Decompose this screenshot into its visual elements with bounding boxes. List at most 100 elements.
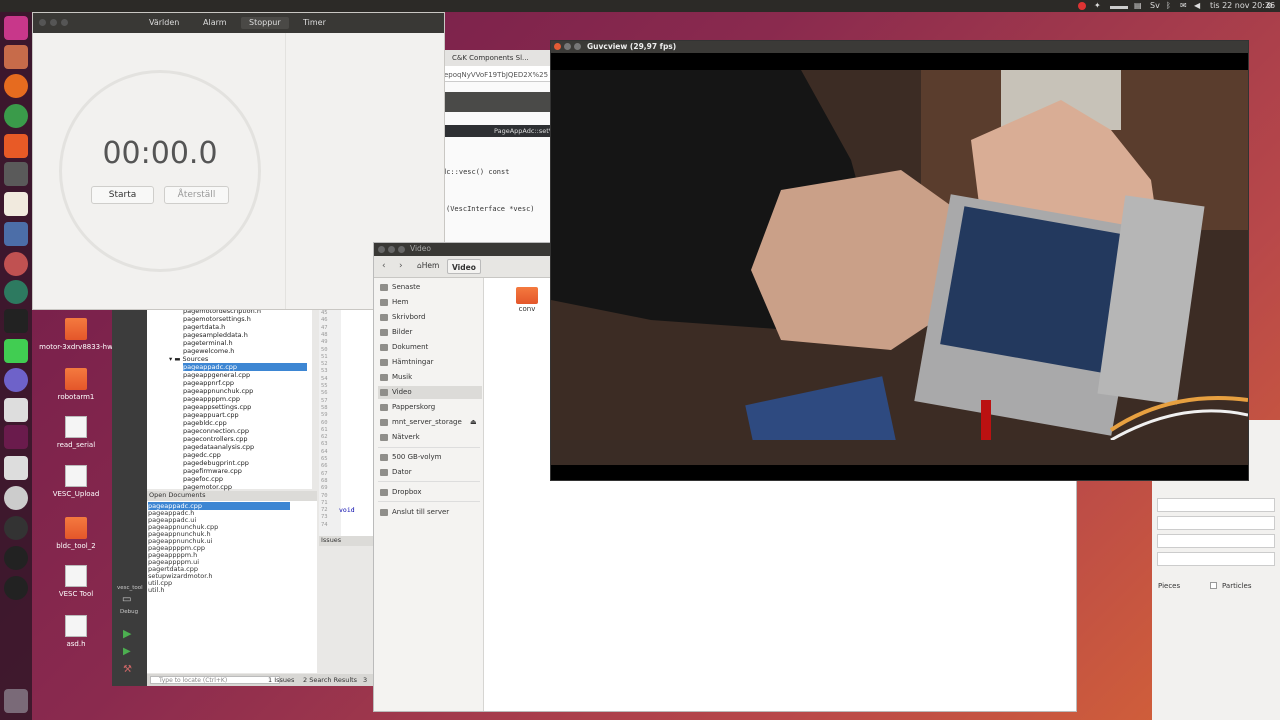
reset-button[interactable]: Återställ xyxy=(164,186,229,204)
sidebar-item-recent[interactable]: Senaste xyxy=(378,281,482,294)
sidebar-item-documents[interactable]: Dokument xyxy=(378,341,482,354)
tree-item[interactable]: pagebldc.cpp xyxy=(183,419,227,427)
trash-icon[interactable] xyxy=(4,689,28,713)
dropbox-icon[interactable]: ✦ xyxy=(1094,1,1101,10)
chrome-icon[interactable] xyxy=(4,104,28,128)
sidebar-item-computer[interactable]: Dator xyxy=(378,466,482,479)
close-icon[interactable] xyxy=(554,43,561,50)
software-center-icon[interactable] xyxy=(4,134,28,158)
sidebar-item-mnt[interactable]: mnt_server_storage ⏏ xyxy=(378,416,482,429)
globe-icon[interactable] xyxy=(4,280,28,304)
app-icon[interactable] xyxy=(4,425,28,449)
terminal-icon[interactable] xyxy=(4,162,28,186)
minimize-icon[interactable] xyxy=(50,19,57,26)
tab-alarm[interactable]: Alarm xyxy=(195,17,235,29)
sidebar-item-pictures[interactable]: Bilder xyxy=(378,326,482,339)
editor-tab[interactable]: PageAppAdc::setV xyxy=(494,127,553,135)
tab-world[interactable]: Världen xyxy=(141,17,187,29)
system-icon[interactable] xyxy=(4,252,28,276)
tree-item[interactable]: pageappuart.cpp xyxy=(183,411,239,419)
accessibility-icon[interactable] xyxy=(4,516,28,540)
tree-item[interactable]: pageappgeneral.cpp xyxy=(183,371,250,379)
locate-input[interactable]: Type to locate (Ctrl+K) xyxy=(150,676,280,684)
code-editor[interactable]: void 45 46 47 48 49 50 51 52 53 54 55 56 57 58 59 60 61 6… xyxy=(319,306,379,536)
issues-tab[interactable]: 1 Issues xyxy=(268,676,294,684)
dropdown[interactable] xyxy=(1157,498,1275,512)
inkscape-alt-icon[interactable] xyxy=(4,309,28,333)
sidebar-item-volume[interactable]: 500 GB-volym xyxy=(378,451,482,464)
dropdown[interactable] xyxy=(1157,534,1275,548)
viber-icon[interactable] xyxy=(4,368,28,392)
debug-run-icon[interactable]: ▶ xyxy=(123,646,131,657)
back-icon[interactable]: ‹ xyxy=(382,261,386,271)
sidebar-item-video[interactable]: Video xyxy=(378,386,482,399)
text-editor-icon[interactable] xyxy=(4,192,28,216)
language-icon[interactable]: Sv xyxy=(1150,1,1160,10)
sidebar-item-downloads[interactable]: Hämtningar xyxy=(378,356,482,369)
tab-timer[interactable]: Timer xyxy=(295,17,334,29)
tree-item[interactable]: pageterminal.h xyxy=(183,339,233,347)
tree-item[interactable]: pagemotorsettings.h xyxy=(183,315,251,323)
sources-folder[interactable]: ▾ ▬ Sources xyxy=(169,355,208,363)
browser-tab[interactable]: C&K Components Sl... xyxy=(452,54,529,62)
open-doc[interactable]: util.h xyxy=(148,586,164,594)
clock-app-2-icon[interactable] xyxy=(4,576,28,600)
tree-item[interactable]: pageconnection.cpp xyxy=(183,427,249,435)
tree-item-selected[interactable]: pageappadc.cpp xyxy=(183,363,307,371)
status-tab-3[interactable]: 3 xyxy=(363,676,367,684)
sidebar-item-network[interactable]: Nätverk xyxy=(378,431,482,444)
search-results-tab[interactable]: 2 Search Results xyxy=(303,676,357,684)
run-icon[interactable]: ▶ xyxy=(123,627,131,640)
tree-item[interactable]: pagertdata.h xyxy=(183,323,225,331)
sidebar-item-desktop[interactable]: Skrivbord xyxy=(378,311,482,324)
tree-item[interactable]: pageappppm.cpp xyxy=(183,395,240,403)
keyboard-icon[interactable]: ▤ xyxy=(1134,1,1142,10)
desktop-file-vesc-upload[interactable]: VESC_Upload xyxy=(31,465,121,499)
folder-conv[interactable]: conv xyxy=(510,287,544,313)
tree-item[interactable]: pageappnrf.cpp xyxy=(183,379,234,387)
desktop-file-vesc-tool[interactable]: VESC Tool xyxy=(31,565,121,599)
minimize-icon[interactable] xyxy=(388,246,395,253)
power-gear-icon[interactable]: ⚙ xyxy=(1266,1,1273,10)
close-icon[interactable] xyxy=(39,19,46,26)
maximize-icon[interactable] xyxy=(574,43,581,50)
qtcreator-icon[interactable] xyxy=(4,339,28,363)
desktop-file-asd[interactable]: asd.h xyxy=(31,615,121,649)
ubuntu-dash-icon[interactable] xyxy=(4,16,28,40)
build-hammer-icon[interactable]: ⚒ xyxy=(123,664,132,675)
tree-item[interactable]: pageappsettings.cpp xyxy=(183,403,251,411)
path-current[interactable]: Video xyxy=(447,259,481,274)
sidebar-item-connect-server[interactable]: Anslut till server xyxy=(378,506,482,519)
tree-item[interactable]: pageappnunchuk.cpp xyxy=(183,387,253,395)
minimize-icon[interactable] xyxy=(564,43,571,50)
maximize-icon[interactable] xyxy=(398,246,405,253)
drive-icon[interactable] xyxy=(4,456,28,480)
tree-item[interactable]: pagemotor.cpp xyxy=(183,483,232,491)
sidebar-item-music[interactable]: Musik xyxy=(378,371,482,384)
network-icon[interactable] xyxy=(1110,6,1128,9)
bluetooth-icon[interactable]: ᛒ xyxy=(1166,1,1171,10)
desktop-folder-robotarm[interactable]: robotarm1 xyxy=(31,368,121,402)
sidebar-item-dropbox[interactable]: Dropbox xyxy=(378,486,482,499)
webcam-icon[interactable] xyxy=(4,486,28,510)
particles-checkbox[interactable] xyxy=(1210,582,1217,589)
eject-icon[interactable]: ⏏ xyxy=(470,416,477,429)
volume-icon[interactable]: ◀ xyxy=(1194,1,1200,10)
tree-item[interactable]: pagedc.cpp xyxy=(183,451,221,459)
monitor-icon[interactable]: ▭ xyxy=(122,594,131,605)
clock-app-icon[interactable] xyxy=(4,546,28,570)
firefox-icon[interactable] xyxy=(4,74,28,98)
tree-item[interactable]: pagesampleddata.h xyxy=(183,331,248,339)
particles-label[interactable]: Particles xyxy=(1222,582,1252,590)
tree-item[interactable]: pagefoc.cpp xyxy=(183,475,223,483)
forward-icon[interactable]: › xyxy=(399,261,403,271)
files-icon[interactable] xyxy=(4,45,28,69)
desktop-folder-bldc[interactable]: bldc_tool_2 xyxy=(31,517,121,551)
inkscape-icon[interactable] xyxy=(4,222,28,246)
dropdown[interactable] xyxy=(1157,516,1275,530)
close-icon[interactable] xyxy=(378,246,385,253)
record-indicator-icon[interactable] xyxy=(1078,2,1086,10)
camera-icon[interactable] xyxy=(4,398,28,422)
pieces-label[interactable]: Pieces xyxy=(1158,582,1180,590)
sidebar-item-home[interactable]: Hem xyxy=(378,296,482,309)
